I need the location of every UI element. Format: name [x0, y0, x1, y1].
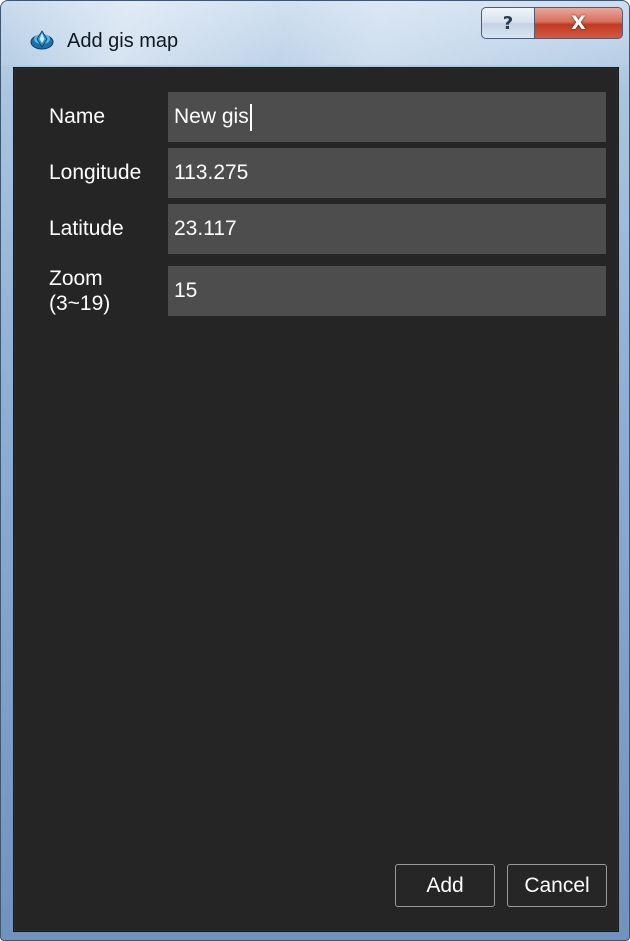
window-title: Add gis map: [67, 30, 179, 52]
longitude-input-value: 113.275: [174, 161, 249, 184]
add-button[interactable]: Add: [395, 864, 495, 907]
caption-buttons: ? X: [481, 7, 623, 39]
zoom-label-line2: (3~19): [49, 292, 111, 315]
add-gis-map-dialog: Add gis map ? X Name New gis Longitude 1…: [0, 0, 630, 941]
close-button[interactable]: X: [535, 7, 623, 39]
zoom-input[interactable]: 15: [168, 266, 606, 316]
help-button[interactable]: ?: [481, 7, 535, 39]
name-input-value: New gis: [174, 105, 249, 128]
latitude-label: Latitude: [49, 217, 124, 240]
dialog-body: Name New gis Longitude 113.275 Latitude …: [13, 67, 619, 932]
title-bar[interactable]: Add gis map ? X: [1, 1, 629, 67]
cancel-button[interactable]: Cancel: [507, 864, 607, 907]
name-input[interactable]: New gis: [168, 92, 606, 142]
longitude-input[interactable]: 113.275: [168, 148, 606, 198]
longitude-label: Longitude: [49, 161, 142, 184]
name-label: Name: [49, 105, 106, 128]
zoom-label-line1: Zoom: [49, 267, 103, 290]
latitude-input-value: 23.117: [174, 217, 237, 240]
text-caret: [249, 103, 252, 131]
zoom-label: Zoom (3~19): [49, 266, 110, 316]
latitude-input[interactable]: 23.117: [168, 204, 606, 254]
close-x-icon: X: [571, 12, 586, 34]
map-app-icon: [29, 27, 55, 53]
question-mark-icon: ?: [502, 12, 514, 34]
zoom-input-value: 15: [174, 279, 198, 302]
